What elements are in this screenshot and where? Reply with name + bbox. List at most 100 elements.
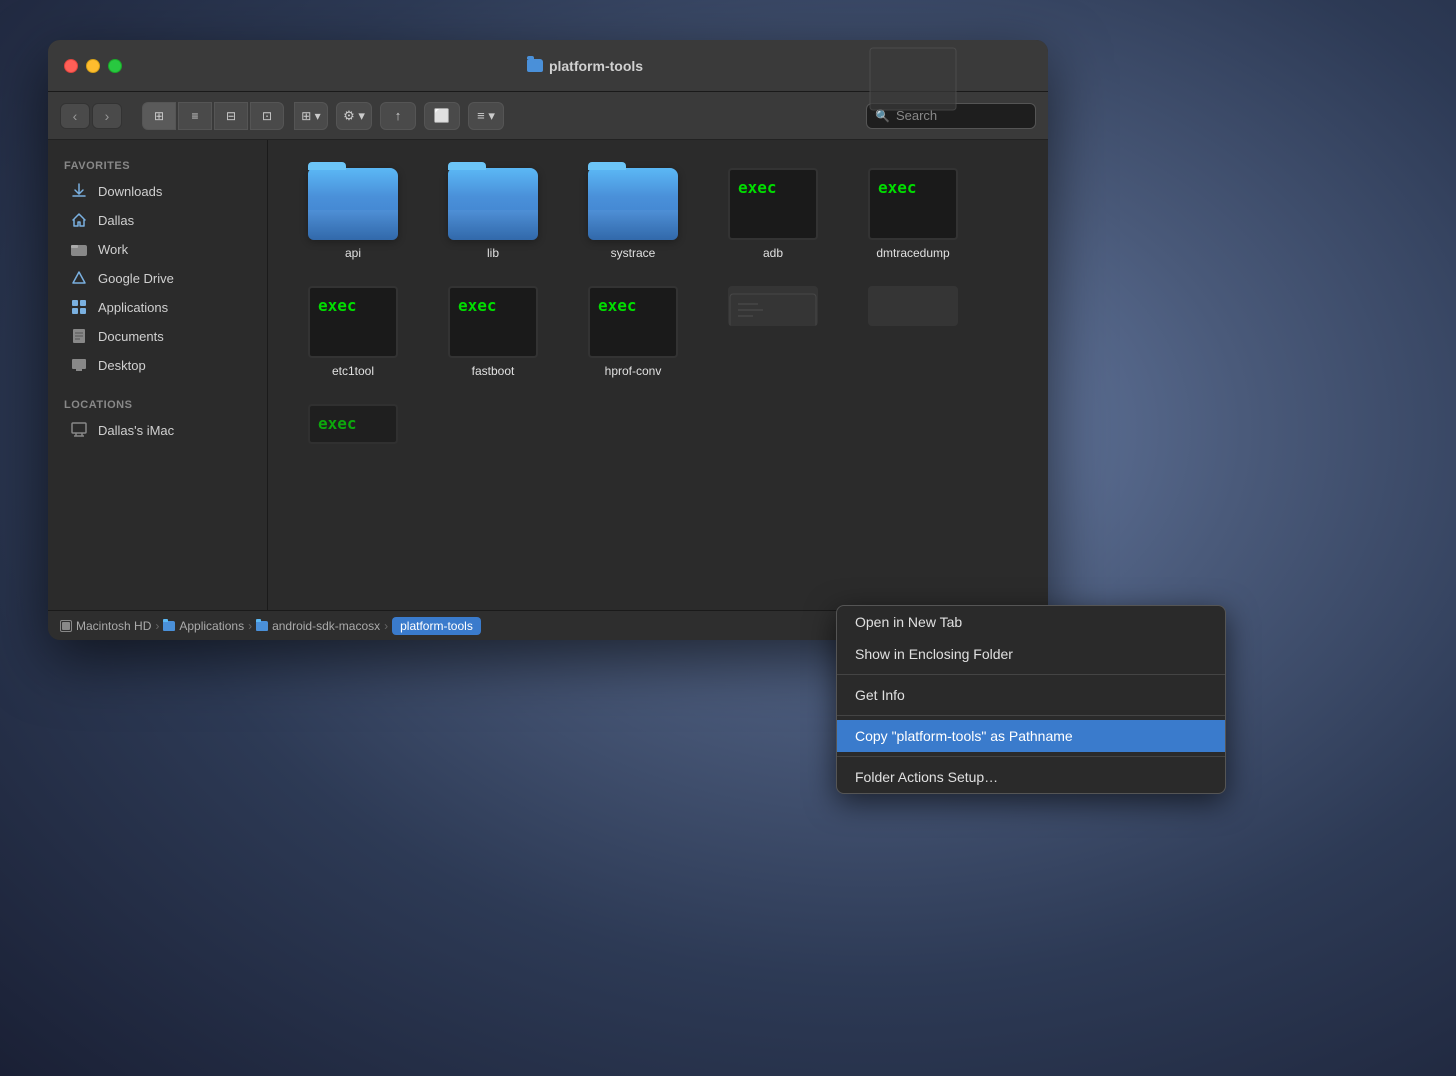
imac-icon	[70, 421, 88, 439]
exec-dmtracedump-icon: exec	[868, 168, 958, 240]
breadcrumb-platform-tools[interactable]: platform-tools	[392, 617, 481, 635]
file-item-api[interactable]: api	[288, 160, 418, 268]
context-menu: Open in New Tab Show in Enclosing Folder…	[836, 605, 1226, 794]
desktop-icon	[70, 356, 88, 374]
exec-etc1tool-label: exec	[318, 296, 357, 315]
breadcrumb-label-android-sdk: android-sdk-macosx	[272, 619, 380, 633]
file-name-fastboot: fastboot	[472, 364, 515, 378]
file-item-systrace[interactable]: systrace	[568, 160, 698, 268]
file-name-api: api	[345, 246, 361, 260]
exec-hprof-conv-icon: exec	[588, 286, 678, 358]
tag-button[interactable]: ⬜	[424, 102, 460, 130]
folder-api-icon	[308, 168, 398, 240]
sidebar-item-documents[interactable]: Documents	[54, 322, 261, 350]
file-name-etc1tool: etc1tool	[332, 364, 374, 378]
back-button[interactable]: ‹	[60, 103, 90, 129]
file-item-dmtracedump[interactable]: exec dmtracedump	[848, 160, 978, 268]
view-group2: ⊞ ▾	[294, 102, 328, 130]
documents-icon	[70, 327, 88, 345]
file-item-partial3[interactable]: exec	[288, 396, 418, 452]
title-folder-icon	[527, 59, 543, 72]
file-item-adb[interactable]: exec adb	[708, 160, 838, 268]
sidebar-item-label-dallas: Dallas	[98, 213, 134, 228]
view-icon-button[interactable]: ⊞	[142, 102, 176, 130]
maximize-button[interactable]	[108, 59, 122, 73]
breadcrumb-android-sdk-icon	[256, 621, 268, 631]
sidebar-item-label-google-drive: Google Drive	[98, 271, 174, 286]
breadcrumb-applications-icon	[163, 621, 175, 631]
view-arrange-button[interactable]: ⊞ ▾	[294, 102, 328, 130]
share-button[interactable]: ↑	[380, 102, 416, 130]
context-menu-divider-2	[837, 715, 1225, 716]
sidebar-item-label-desktop: Desktop	[98, 358, 146, 373]
nav-buttons: ‹ ›	[60, 103, 122, 129]
file-grid: api lib systrace exec adb	[268, 140, 1048, 610]
minimize-button[interactable]	[86, 59, 100, 73]
exec-adb-icon: exec	[728, 168, 818, 240]
sidebar-item-label-work: Work	[98, 242, 128, 257]
sidebar-item-dallas-imac[interactable]: Dallas's iMac	[54, 416, 261, 444]
home-icon	[70, 211, 88, 229]
exec-dmtracedump-label: exec	[878, 178, 917, 197]
file-item-partial1[interactable]	[708, 278, 838, 386]
exec-partial3-icon: exec	[308, 404, 398, 444]
sidebar-item-google-drive[interactable]: Google Drive	[54, 264, 261, 292]
applications-icon	[70, 298, 88, 316]
breadcrumb-label-platform-tools: platform-tools	[392, 617, 481, 635]
file-item-fastboot[interactable]: exec fastboot	[428, 278, 558, 386]
breadcrumb-label-applications: Applications	[179, 619, 244, 633]
folder-systrace-icon	[588, 168, 678, 240]
forward-button[interactable]: ›	[92, 103, 122, 129]
window-title: platform-tools	[549, 58, 643, 74]
file-name-dmtracedump: dmtracedump	[876, 246, 949, 260]
file-item-etc1tool[interactable]: exec etc1tool	[288, 278, 418, 386]
exec-etc1tool-icon: exec	[308, 286, 398, 358]
breadcrumb-macintosh-hd[interactable]: Macintosh HD	[60, 619, 151, 633]
exec-fastboot-icon: exec	[448, 286, 538, 358]
file-name-systrace: systrace	[611, 246, 656, 260]
exec-fastboot-label: exec	[458, 296, 497, 315]
breadcrumb-sep-2: ›	[248, 619, 252, 633]
context-menu-item-open-new-tab[interactable]: Open in New Tab	[837, 606, 1225, 638]
folder-lib-icon	[448, 168, 538, 240]
sidebar-item-label-dallas-imac: Dallas's iMac	[98, 423, 174, 438]
finder-window: platform-tools ‹ › ⊞ ≡ ⊟ ⊡ ⊞ ▾ ⚙ ▾ ↑ ⬜ ≡…	[48, 40, 1048, 640]
sidebar: Favorites Downloads Dallas	[48, 140, 268, 610]
view-list-button[interactable]: ≡	[178, 102, 212, 130]
view-options-button[interactable]: ≡ ▾	[468, 102, 504, 130]
context-menu-item-copy-pathname[interactable]: Copy "platform-tools" as Pathname	[837, 720, 1225, 752]
sidebar-item-label-documents: Documents	[98, 329, 164, 344]
context-menu-item-folder-actions[interactable]: Folder Actions Setup…	[837, 761, 1225, 793]
locations-label: Locations	[48, 391, 267, 415]
sidebar-item-work[interactable]: Work	[54, 235, 261, 263]
breadcrumb-android-sdk[interactable]: android-sdk-macosx	[256, 619, 380, 633]
file-name-hprof-conv: hprof-conv	[605, 364, 662, 378]
file-item-partial2[interactable]	[848, 278, 978, 386]
breadcrumb-sep-3: ›	[384, 619, 388, 633]
view-gallery-button[interactable]: ⊡	[250, 102, 284, 130]
hd-icon	[60, 620, 72, 632]
close-button[interactable]	[64, 59, 78, 73]
context-menu-item-show-enclosing[interactable]: Show in Enclosing Folder	[837, 638, 1225, 670]
view-columns-button[interactable]: ⊟	[214, 102, 248, 130]
action-button[interactable]: ⚙ ▾	[336, 102, 372, 130]
sidebar-item-downloads[interactable]: Downloads	[54, 177, 261, 205]
view-buttons: ⊞ ≡ ⊟ ⊡	[142, 102, 284, 130]
sidebar-item-desktop[interactable]: Desktop	[54, 351, 261, 379]
context-menu-item-get-info[interactable]: Get Info	[837, 679, 1225, 711]
file-item-hprof-conv[interactable]: exec hprof-conv	[568, 278, 698, 386]
sidebar-item-dallas[interactable]: Dallas	[54, 206, 261, 234]
breadcrumb-applications[interactable]: Applications	[163, 619, 244, 633]
breadcrumb-label-hd: Macintosh HD	[76, 619, 151, 633]
file-name-lib: lib	[487, 246, 499, 260]
download-icon	[70, 182, 88, 200]
file-item-lib[interactable]: lib	[428, 160, 558, 268]
sidebar-item-label-applications: Applications	[98, 300, 168, 315]
context-menu-divider-1	[837, 674, 1225, 675]
context-menu-divider-3	[837, 756, 1225, 757]
breadcrumb-sep-1: ›	[155, 619, 159, 633]
file-name-adb: adb	[763, 246, 783, 260]
exec-adb-label: exec	[738, 178, 777, 197]
sidebar-item-applications[interactable]: Applications	[54, 293, 261, 321]
main-area: Favorites Downloads Dallas	[48, 140, 1048, 610]
